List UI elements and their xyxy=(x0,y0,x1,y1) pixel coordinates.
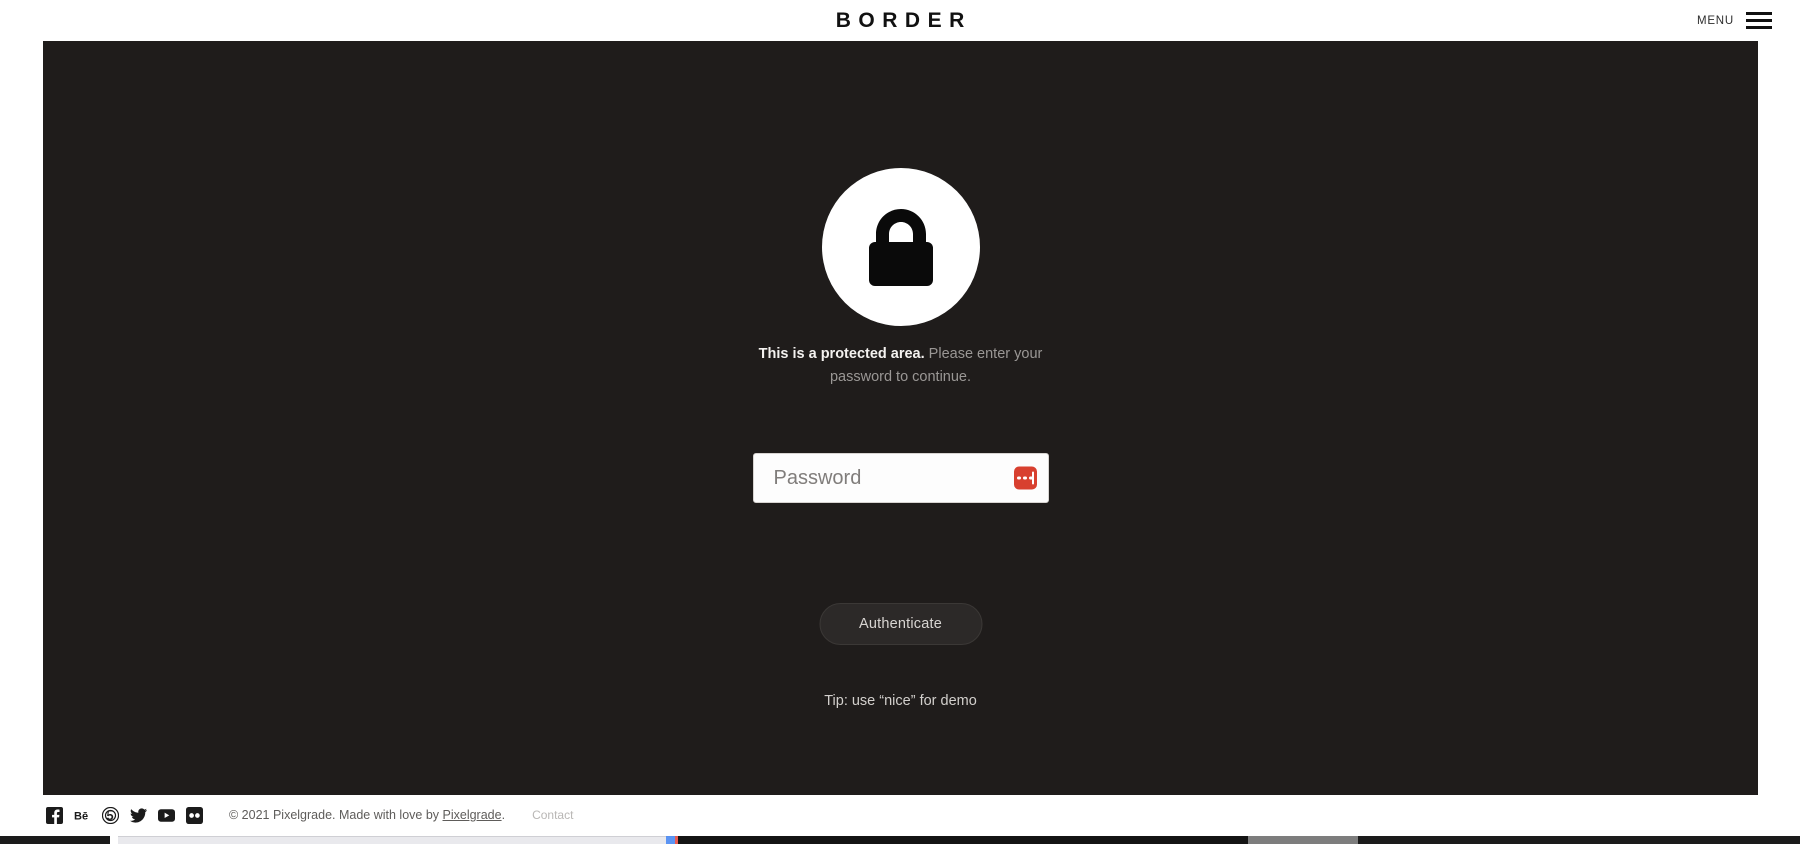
fivehundredpx-icon[interactable] xyxy=(102,806,119,824)
social-links: Bē xyxy=(46,806,203,824)
site-logo[interactable]: BORDER xyxy=(828,10,972,31)
menu-label: MENU xyxy=(1696,14,1734,27)
copyright-text: © 2021 Pixelgrade. Made with love by Pix… xyxy=(229,808,505,822)
site-header: BORDER MENU xyxy=(0,0,1800,41)
svg-text:Bē: Bē xyxy=(74,810,88,822)
taskbar-segment-left xyxy=(0,836,110,844)
authenticate-button[interactable]: Authenticate xyxy=(819,603,982,645)
protected-area-panel: This is a protected area. Please enter y… xyxy=(43,41,1758,795)
twitter-icon[interactable] xyxy=(130,807,147,824)
password-protected-page: BORDER MENU This is a protected area. Pl… xyxy=(0,0,1800,844)
copyright-prefix: © 2021 Pixelgrade. Made with love by xyxy=(229,808,443,822)
menu-toggle[interactable]: MENU xyxy=(1697,0,1772,41)
facebook-icon[interactable] xyxy=(46,806,63,824)
flickr-icon[interactable] xyxy=(186,806,203,824)
taskbar-segment-middle xyxy=(678,836,1248,844)
behance-icon[interactable]: Bē xyxy=(74,807,91,824)
taskbar-segment-grey xyxy=(1248,836,1358,844)
password-input[interactable] xyxy=(752,453,1049,503)
pixelgrade-link[interactable]: Pixelgrade xyxy=(443,808,502,822)
youtube-icon[interactable] xyxy=(158,807,175,824)
protected-headline: This is a protected area. xyxy=(758,346,925,362)
demo-tip: Tip: use “nice” for demo xyxy=(824,693,977,709)
password-field-wrapper xyxy=(752,453,1049,503)
os-taskbar-sliver xyxy=(0,836,1800,844)
taskbar-window-sliver xyxy=(118,836,678,844)
contact-link[interactable]: Contact xyxy=(532,808,573,822)
taskbar-segment-right xyxy=(1358,836,1800,844)
site-footer: Bē © 2021 Pixelgrade. Made with love by … xyxy=(0,795,1800,835)
protected-message: This is a protected area. Please enter y… xyxy=(751,343,1051,388)
lock-icon xyxy=(821,168,980,326)
hamburger-icon[interactable] xyxy=(1746,12,1772,29)
password-manager-icon[interactable] xyxy=(1013,466,1037,490)
copyright-suffix: . xyxy=(501,808,506,822)
